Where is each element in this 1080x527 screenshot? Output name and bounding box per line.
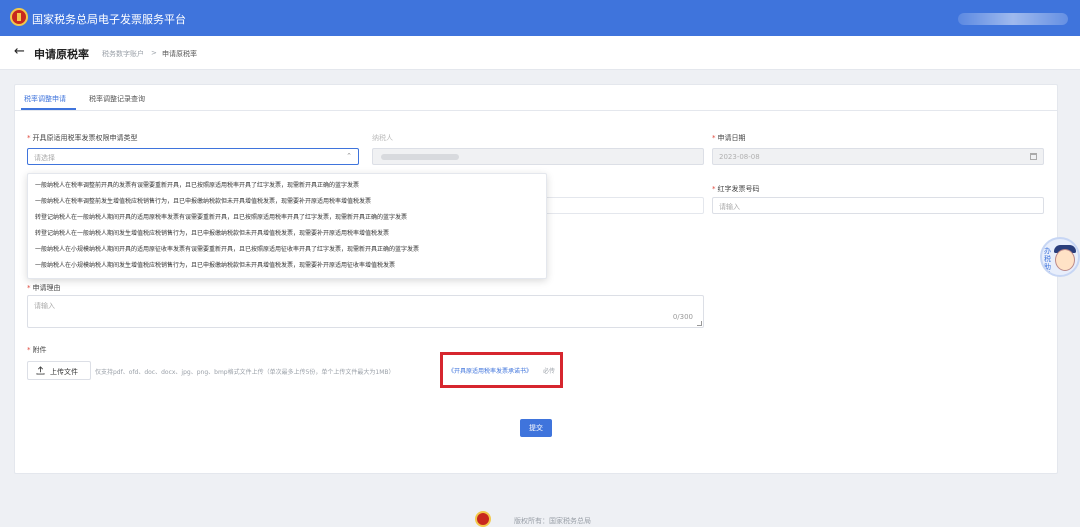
- reason-textarea[interactable]: 请输入 0/300: [27, 295, 704, 328]
- dropdown-option[interactable]: 一般纳税人在小规模纳税人期间开具的适用原征收率发票有误需要重新开具，且已按照原适…: [28, 242, 546, 258]
- resize-handle[interactable]: [697, 321, 702, 326]
- breadcrumb-item-current: 申请原税率: [162, 50, 197, 58]
- taxpayer-label: 纳税人: [372, 134, 393, 142]
- user-info-menu[interactable]: [958, 13, 1068, 25]
- red-invoice-input[interactable]: 请输入: [712, 197, 1044, 214]
- footer-copyright: 版权所有：国家税务总局: [514, 517, 591, 525]
- upload-file-button[interactable]: 上传文件: [27, 361, 91, 380]
- dropdown-option[interactable]: 转登记纳税人在一般纳税人期间发生增值税应税销售行为，且已申报缴纳税款但未开具增值…: [28, 226, 546, 242]
- taxpayer-value-redacted: [381, 154, 459, 160]
- page-header: ← 申请原税率 税务数字账户 > 申请原税率: [0, 36, 1080, 70]
- upload-icon: [36, 366, 45, 375]
- breadcrumb-separator: >: [151, 49, 157, 57]
- reason-char-counter: 0/300: [672, 313, 693, 321]
- assistant-label: 办税助手: [1044, 247, 1051, 277]
- required-note: 必传: [543, 368, 556, 375]
- upload-hint: 仅支持pdf、ofd、doc、docx、jpg、png、bmp格式文件上传（单次…: [95, 369, 395, 376]
- red-invoice-label: * 红字发票号码: [712, 185, 760, 193]
- type-select[interactable]: 请选择 ⌃: [27, 148, 359, 165]
- taxpayer-field: [372, 148, 704, 165]
- dropdown-option[interactable]: 一般纳税人在税率调整前发生增值税应税销售行为，且已申报缴纳税款但未开具增值税发票…: [28, 194, 546, 210]
- type-label: * 开具原适用税率发票权限申请类型: [27, 134, 138, 142]
- tab-rate-adjust-records[interactable]: 税率调整记录查询: [89, 94, 145, 104]
- apply-date-label: * 申请日期: [712, 134, 746, 142]
- dropdown-option[interactable]: 转登记纳税人在一般纳税人期间开具的适用原税率发票有误需要重新开具，且已按照原适用…: [28, 210, 546, 226]
- top-bar: 国家税务总局电子发票服务平台: [0, 0, 1080, 36]
- calendar-icon: [1030, 153, 1037, 160]
- breadcrumb-item-account[interactable]: 税务数字账户: [102, 49, 144, 59]
- dropdown-option[interactable]: 一般纳税人在税率调整前开具的发票有误需要重新开具，且已按照原适用税率开具了红字发…: [28, 178, 546, 194]
- form-card: 税率调整申请 税率调整记录查询 * 开具原适用税率发票权限申请类型 纳税人 * 申请…: [14, 84, 1058, 474]
- reason-label: * 申请理由: [27, 284, 61, 292]
- site-title: 国家税务总局电子发票服务平台: [32, 13, 186, 26]
- tab-divider: [15, 110, 1057, 111]
- type-dropdown-menu: 一般纳税人在税率调整前开具的发票有误需要重新开具，且已按照原适用税率开具了红字发…: [27, 173, 547, 279]
- assistant-avatar-icon: [1055, 249, 1075, 271]
- apply-date-field: 2023-08-08: [712, 148, 1044, 165]
- type-select-placeholder: 请选择: [34, 154, 55, 162]
- attachment-label: * 附件: [27, 346, 47, 354]
- assistant-widget[interactable]: 办税助手: [1040, 237, 1080, 277]
- chevron-up-icon: ⌃: [346, 152, 352, 160]
- dropdown-option[interactable]: 一般纳税人在小规模纳税人期间发生增值税应税销售行为，且已申报缴纳税款但未开具增值…: [28, 258, 546, 274]
- tax-bureau-logo-icon: [10, 8, 28, 26]
- arrow-left-icon[interactable]: ←: [14, 44, 25, 59]
- submit-button[interactable]: 提交: [520, 419, 552, 437]
- page-title: 申请原税率: [34, 48, 89, 61]
- tab-rate-adjust-apply[interactable]: 税率调整申请: [24, 94, 66, 104]
- footer-emblem-icon: [475, 511, 491, 527]
- commitment-template-link[interactable]: 《开具原适用税率发票承诺书》: [448, 366, 532, 375]
